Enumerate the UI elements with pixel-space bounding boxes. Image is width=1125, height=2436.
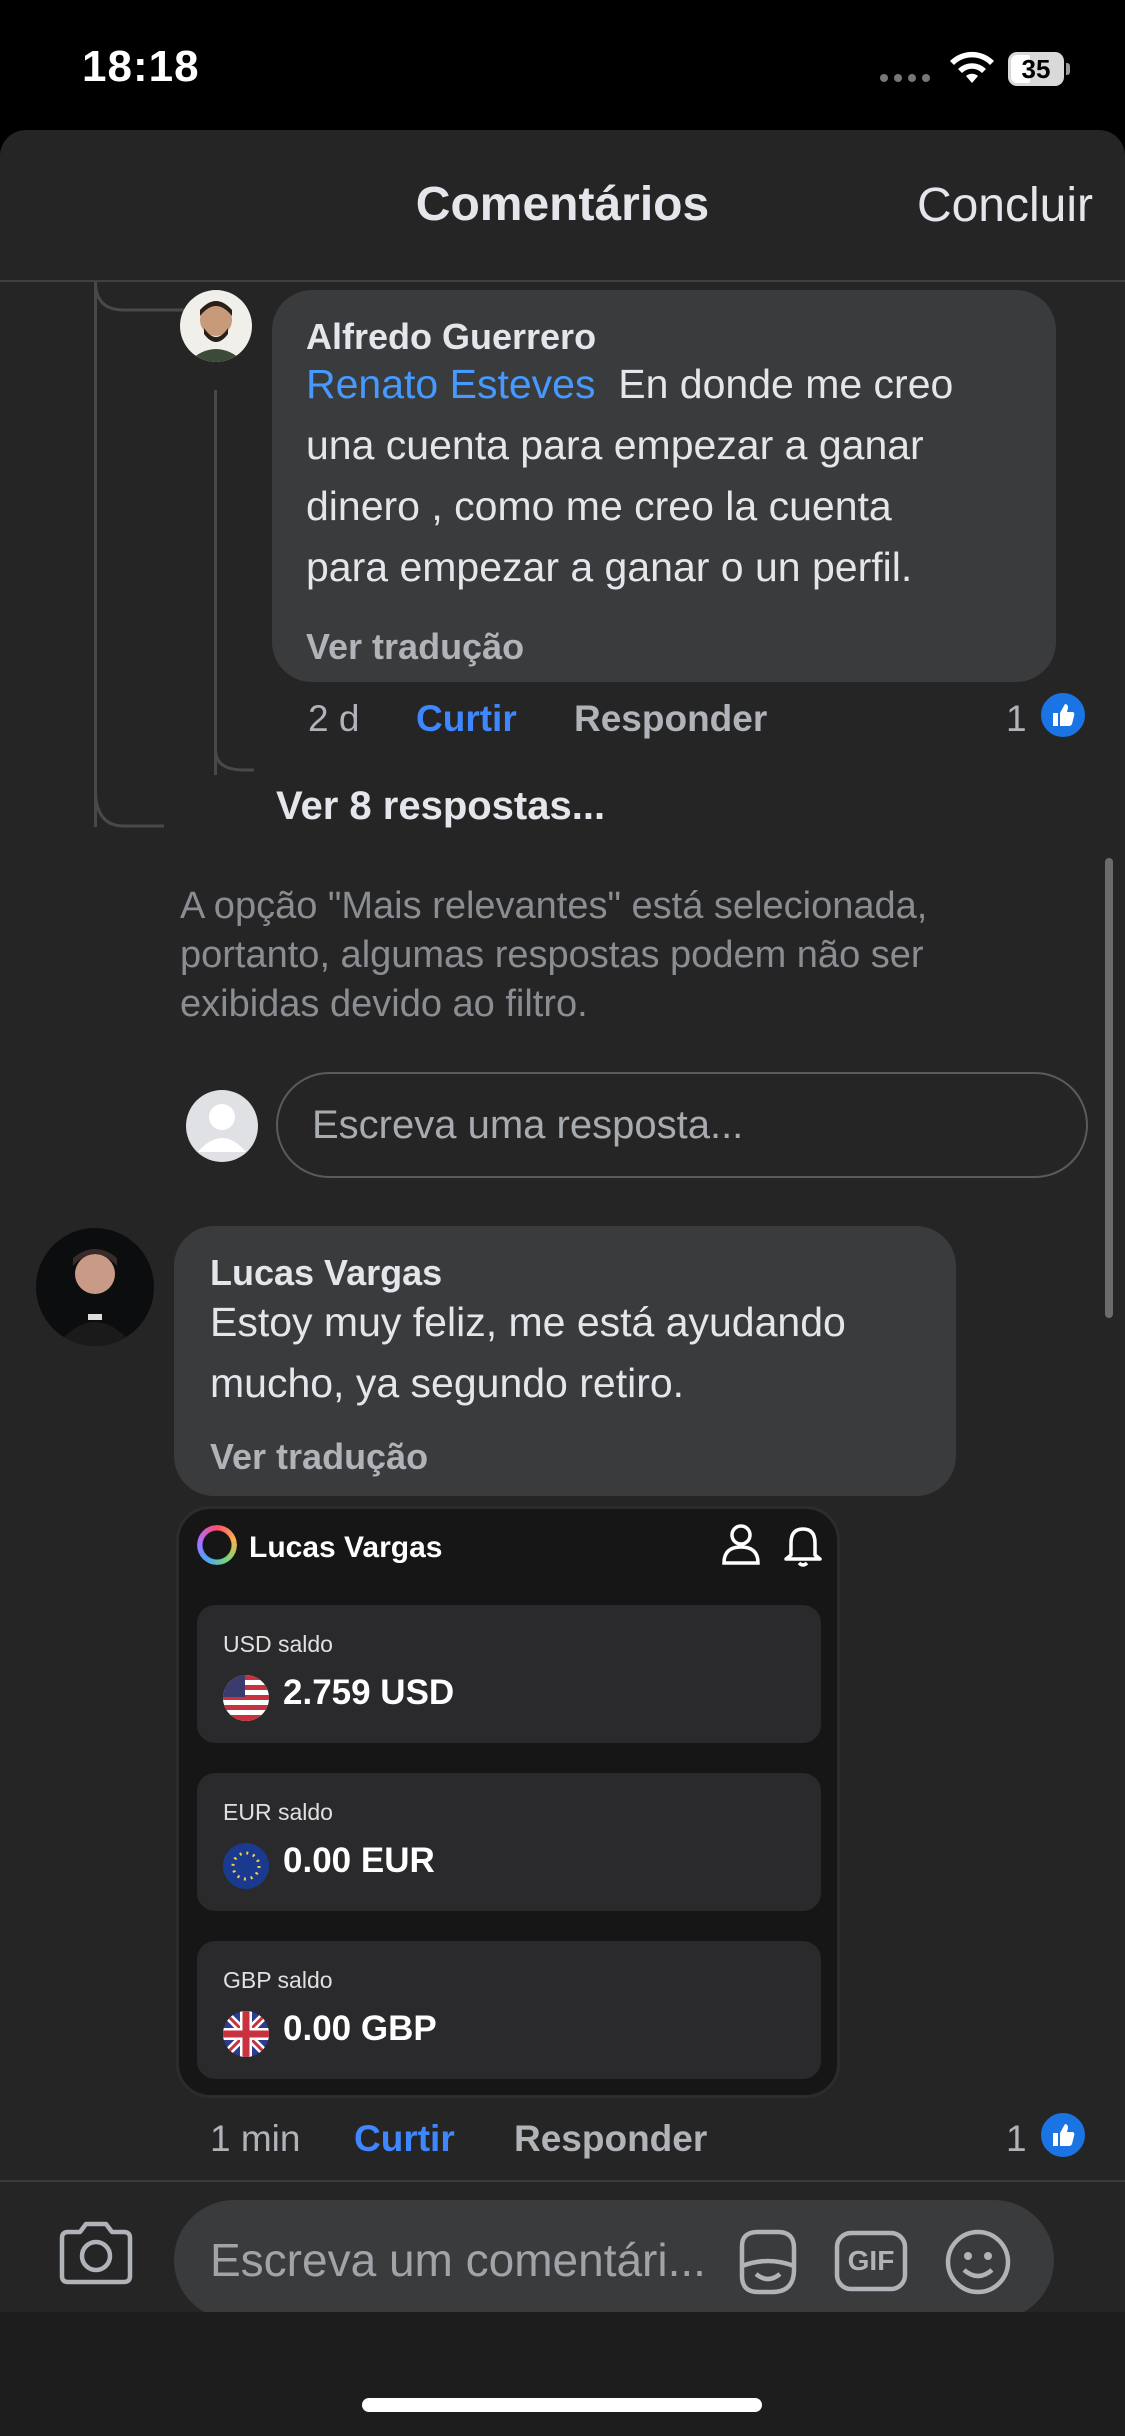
camera-icon[interactable] — [56, 2218, 136, 2288]
battery-icon: 35 — [1008, 52, 1070, 86]
filter-notice-line: portanto, algumas respostas podem não se… — [180, 934, 924, 976]
eu-flag-icon — [223, 1843, 269, 1889]
us-flag-icon — [223, 1675, 269, 1721]
balance-amount: 2.759 USD — [283, 1673, 455, 1712]
comment-actions: 1 min Curtir Responder 1 — [0, 2110, 1125, 2168]
thumbs-up-icon[interactable] — [1038, 690, 1088, 740]
reply-button[interactable]: Responder — [574, 698, 767, 740]
comment-line: mucho, ya segundo retiro. — [210, 1360, 685, 1406]
balance-card: GBP saldo 0.00 GBP — [197, 1941, 821, 2079]
uk-flag-icon — [223, 2011, 269, 2057]
cellular-signal-icon — [880, 74, 934, 84]
battery-level: 35 — [1021, 54, 1051, 84]
bell-icon — [784, 1527, 822, 1567]
status-bar: 18:18 35 — [0, 0, 1125, 130]
app-logo-icon — [197, 1525, 237, 1565]
comments-sheet: Comentários Concluir Alfredo Guerrero Re… — [0, 130, 1125, 2410]
balance-label: USD saldo — [223, 1631, 333, 1657]
current-user-avatar — [186, 1090, 258, 1162]
gif-button[interactable]: GIF — [834, 2230, 908, 2292]
translate-link[interactable]: Ver tradução — [306, 626, 524, 668]
comment-time: 1 min — [210, 2118, 301, 2159]
home-area — [0, 2312, 1125, 2436]
comment-time: 2 d — [308, 698, 360, 739]
comment-line: una cuenta para empezar a ganar — [306, 422, 924, 468]
attached-image[interactable]: Lucas Vargas USD saldo 2.759 USD EUR sal… — [176, 1506, 840, 2098]
balance-label: EUR saldo — [223, 1799, 333, 1825]
balance-card: EUR saldo 0.00 EUR — [197, 1773, 821, 1911]
comment-bubble[interactable]: Lucas Vargas Estoy muy feliz, me está ay… — [174, 1226, 956, 1496]
avatar[interactable] — [36, 1228, 154, 1346]
home-indicator[interactable] — [362, 2398, 762, 2412]
balance-card: USD saldo 2.759 USD — [197, 1605, 821, 1743]
wifi-icon — [950, 51, 994, 83]
comment-line: Estoy muy feliz, me está ayudando — [210, 1299, 846, 1345]
comment-field[interactable]: GIF — [174, 2200, 1054, 2320]
gif-label: GIF — [847, 2245, 895, 2276]
comment-line: En donde me creo — [618, 361, 954, 407]
emoji-icon[interactable] — [944, 2228, 1012, 2296]
balance-amount: 0.00 GBP — [283, 2009, 437, 2048]
sticker-icon[interactable] — [728, 2226, 804, 2298]
comment-line: dinero , como me creo la cuenta — [306, 483, 892, 529]
filter-notice-line: exibidas devido ao filtro. — [180, 983, 588, 1025]
comment-bubble[interactable]: Alfredo Guerrero Renato Esteves En donde… — [272, 290, 1056, 682]
comment-composer: GIF — [0, 2180, 1125, 2320]
scrollbar[interactable] — [1105, 858, 1113, 1318]
translate-link[interactable]: Ver tradução — [210, 1436, 428, 1478]
comment-author[interactable]: Alfredo Guerrero — [306, 316, 596, 358]
reply-thread-curve — [214, 750, 254, 772]
comment-line: para empezar a ganar o un perfil. — [306, 544, 913, 590]
comment-text: Renato Esteves En donde me creo una cuen… — [306, 354, 1036, 598]
balance-amount: 0.00 EUR — [283, 1841, 435, 1880]
done-button[interactable]: Concluir — [917, 178, 1093, 233]
reply-button[interactable]: Responder — [514, 2118, 707, 2160]
thumbs-up-icon[interactable] — [1038, 2110, 1088, 2160]
comment-author[interactable]: Lucas Vargas — [210, 1252, 442, 1294]
like-count[interactable]: 1 — [1006, 2118, 1027, 2160]
reply-input[interactable] — [276, 1072, 1088, 1178]
view-replies-link[interactable]: Ver 8 respostas... — [276, 784, 605, 829]
user-icon — [722, 1524, 760, 1565]
mention-link[interactable]: Renato Esteves — [306, 361, 595, 407]
comment-text: Estoy muy feliz, me está ayudando mucho,… — [210, 1292, 940, 1414]
attachment-account-name: Lucas Vargas — [249, 1531, 443, 1564]
like-count[interactable]: 1 — [1006, 698, 1027, 740]
thread-curve-top — [94, 282, 184, 312]
comment-input[interactable] — [210, 2200, 730, 2320]
avatar[interactable] — [180, 290, 252, 362]
filter-notice: A opção "Mais relevantes" está seleciona… — [180, 882, 1080, 1029]
comment-actions: 2 d Curtir Responder 1 — [0, 690, 1125, 748]
balance-label: GBP saldo — [223, 1967, 333, 1993]
filter-notice-line: A opção "Mais relevantes" está seleciona… — [180, 885, 928, 927]
sheet-header: Comentários Concluir — [0, 130, 1125, 282]
thread-curve-bottom — [94, 790, 164, 828]
status-time: 18:18 — [82, 42, 200, 91]
like-button[interactable]: Curtir — [416, 698, 517, 740]
like-button[interactable]: Curtir — [354, 2118, 455, 2160]
